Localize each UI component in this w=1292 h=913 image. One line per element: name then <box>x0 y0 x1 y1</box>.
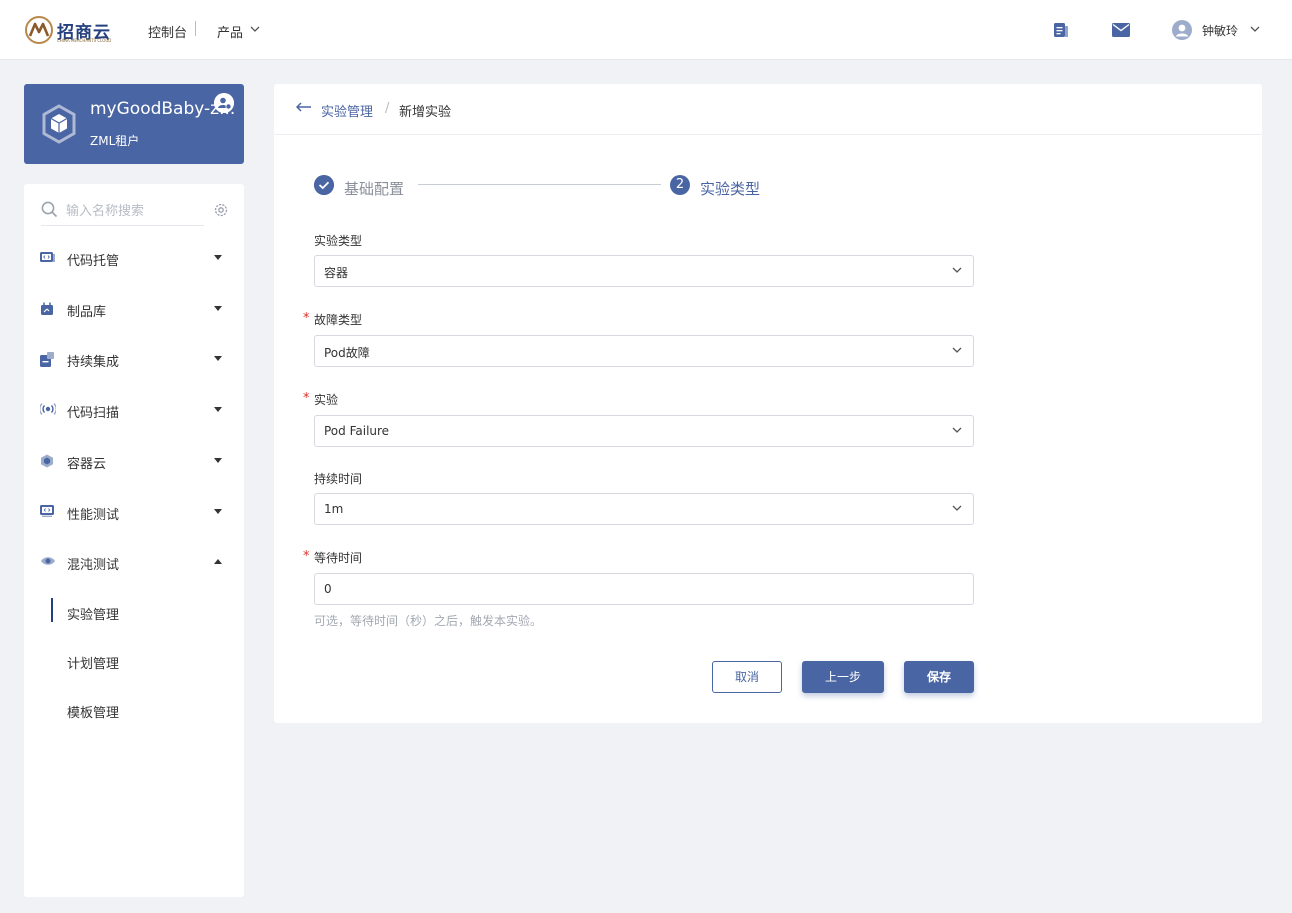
save-button[interactable]: 保存 <box>904 661 974 693</box>
cube-icon <box>42 104 76 144</box>
sidebar-search-input[interactable] <box>66 199 201 223</box>
sidebar: 代码托管 制品库 持续集成 代码扫描 <box>24 184 244 897</box>
nav-console[interactable]: 控制台 <box>148 22 187 41</box>
tenant-subtitle: ZML租户 <box>90 134 140 148</box>
experiment-value: Pod Failure <box>324 424 390 438</box>
chaos-icon <box>41 557 55 565</box>
artifact-icon <box>41 302 53 315</box>
gear-icon[interactable] <box>213 202 229 218</box>
sidebar-item-label: 制品库 <box>67 305 107 320</box>
duration-value: 1m <box>324 502 344 516</box>
sidebar-subitem-label: 模板管理 <box>67 706 120 721</box>
sidebar-search <box>41 199 204 226</box>
fault-type-value: Pod故障 <box>324 346 370 360</box>
wait-time-hint: 可选，等待时间（秒）之后，触发本实验。 <box>314 614 543 628</box>
experiment-label: 实验 <box>314 393 339 407</box>
logo-subtext: CHINA MERCHANTS CLOUD <box>57 38 112 43</box>
sidebar-item-artifact[interactable]: 制品库 <box>24 289 244 329</box>
logo[interactable]: 招商云 CHINA MERCHANTS CLOUD <box>25 16 120 46</box>
caret-down-icon <box>214 509 222 514</box>
caret-down-icon <box>214 458 222 463</box>
cancel-button[interactable]: 取消 <box>712 661 782 693</box>
perf-test-icon <box>40 505 54 517</box>
caret-down-icon <box>214 306 222 311</box>
breadcrumb: 实验管理 / 新增实验 <box>274 84 1262 135</box>
wait-time-input[interactable] <box>314 573 974 605</box>
ci-icon <box>40 352 54 367</box>
step-connector <box>418 184 661 185</box>
breadcrumb-parent[interactable]: 实验管理 <box>321 101 373 120</box>
sidebar-item-label: 持续集成 <box>67 355 120 370</box>
experiment-type-label: 实验类型 <box>314 234 363 248</box>
top-bar: 招商云 CHINA MERCHANTS CLOUD 控制台 产品 钟敏玲 <box>0 0 1292 60</box>
sidebar-item-code-repo[interactable]: 代码托管 <box>24 238 244 278</box>
sidebar-subitem-label: 实验管理 <box>67 608 120 623</box>
wait-time-label: 等待时间 <box>314 551 363 565</box>
chevron-down-icon <box>952 267 962 273</box>
chevron-down-icon[interactable] <box>1250 26 1260 32</box>
chevron-down-icon[interactable] <box>250 26 260 32</box>
switch-tenant-icon[interactable] <box>214 93 234 113</box>
experiment-type-value: 容器 <box>324 266 349 280</box>
sidebar-item-scan[interactable]: 代码扫描 <box>24 390 244 430</box>
main-panel: 实验管理 / 新增实验 基础配置 2 实验类型 实验类型 容器 * 故障类型 P… <box>274 84 1262 723</box>
sidebar-subitem-template-mgmt[interactable]: 模板管理 <box>24 692 244 728</box>
chevron-down-icon <box>952 427 962 433</box>
step-2-label: 实验类型 <box>700 180 761 198</box>
nav-divider <box>195 21 196 36</box>
fault-type-select[interactable]: Pod故障 <box>314 335 974 367</box>
code-repo-icon <box>40 252 55 262</box>
active-indicator <box>51 598 53 622</box>
sidebar-item-label: 性能测试 <box>67 508 120 523</box>
sidebar-item-ci[interactable]: 持续集成 <box>24 339 244 379</box>
step-done-check-icon <box>314 175 334 195</box>
caret-down-icon <box>214 407 222 412</box>
logo-mark-icon <box>25 16 53 44</box>
scan-icon <box>40 403 56 415</box>
fault-type-label: 故障类型 <box>314 313 363 327</box>
duration-label: 持续时间 <box>314 472 363 486</box>
nav-product[interactable]: 产品 <box>217 22 243 41</box>
container-icon <box>41 454 53 468</box>
sidebar-item-label: 容器云 <box>67 457 107 472</box>
step-2-number: 2 <box>670 175 690 195</box>
caret-down-icon <box>214 255 222 260</box>
sidebar-item-label: 代码扫描 <box>67 406 120 421</box>
caret-up-icon <box>214 559 222 564</box>
sidebar-subitem-label: 计划管理 <box>67 657 120 672</box>
user-avatar-icon[interactable] <box>1172 20 1192 40</box>
chevron-down-icon <box>952 347 962 353</box>
sidebar-item-chaos[interactable]: 混沌测试 <box>24 542 244 582</box>
caret-down-icon <box>214 356 222 361</box>
back-arrow-icon[interactable] <box>296 102 312 112</box>
breadcrumb-separator: / <box>385 101 390 116</box>
required-mark: * <box>303 549 310 564</box>
chevron-down-icon <box>952 505 962 511</box>
user-name[interactable]: 钟敏玲 <box>1202 22 1238 39</box>
mail-icon[interactable] <box>1112 23 1130 37</box>
step-1-label: 基础配置 <box>344 180 405 198</box>
experiment-type-select[interactable]: 容器 <box>314 255 974 287</box>
required-mark: * <box>303 311 310 326</box>
search-icon <box>41 201 58 218</box>
breadcrumb-current: 新增实验 <box>399 105 452 120</box>
document-icon[interactable] <box>1053 22 1069 38</box>
sidebar-subitem-plan-mgmt[interactable]: 计划管理 <box>24 643 244 679</box>
duration-select[interactable]: 1m <box>314 493 974 525</box>
experiment-select[interactable]: Pod Failure <box>314 415 974 447</box>
sidebar-subitem-experiment-mgmt[interactable]: 实验管理 <box>24 594 244 630</box>
tenant-card[interactable]: myGoodBaby-z... ZML租户 <box>24 84 244 164</box>
sidebar-item-container[interactable]: 容器云 <box>24 441 244 481</box>
previous-step-button[interactable]: 上一步 <box>802 661 884 693</box>
sidebar-item-perf-test[interactable]: 性能测试 <box>24 492 244 532</box>
required-mark: * <box>303 391 310 406</box>
sidebar-item-label: 代码托管 <box>67 254 120 269</box>
sidebar-item-label: 混沌测试 <box>67 558 120 573</box>
